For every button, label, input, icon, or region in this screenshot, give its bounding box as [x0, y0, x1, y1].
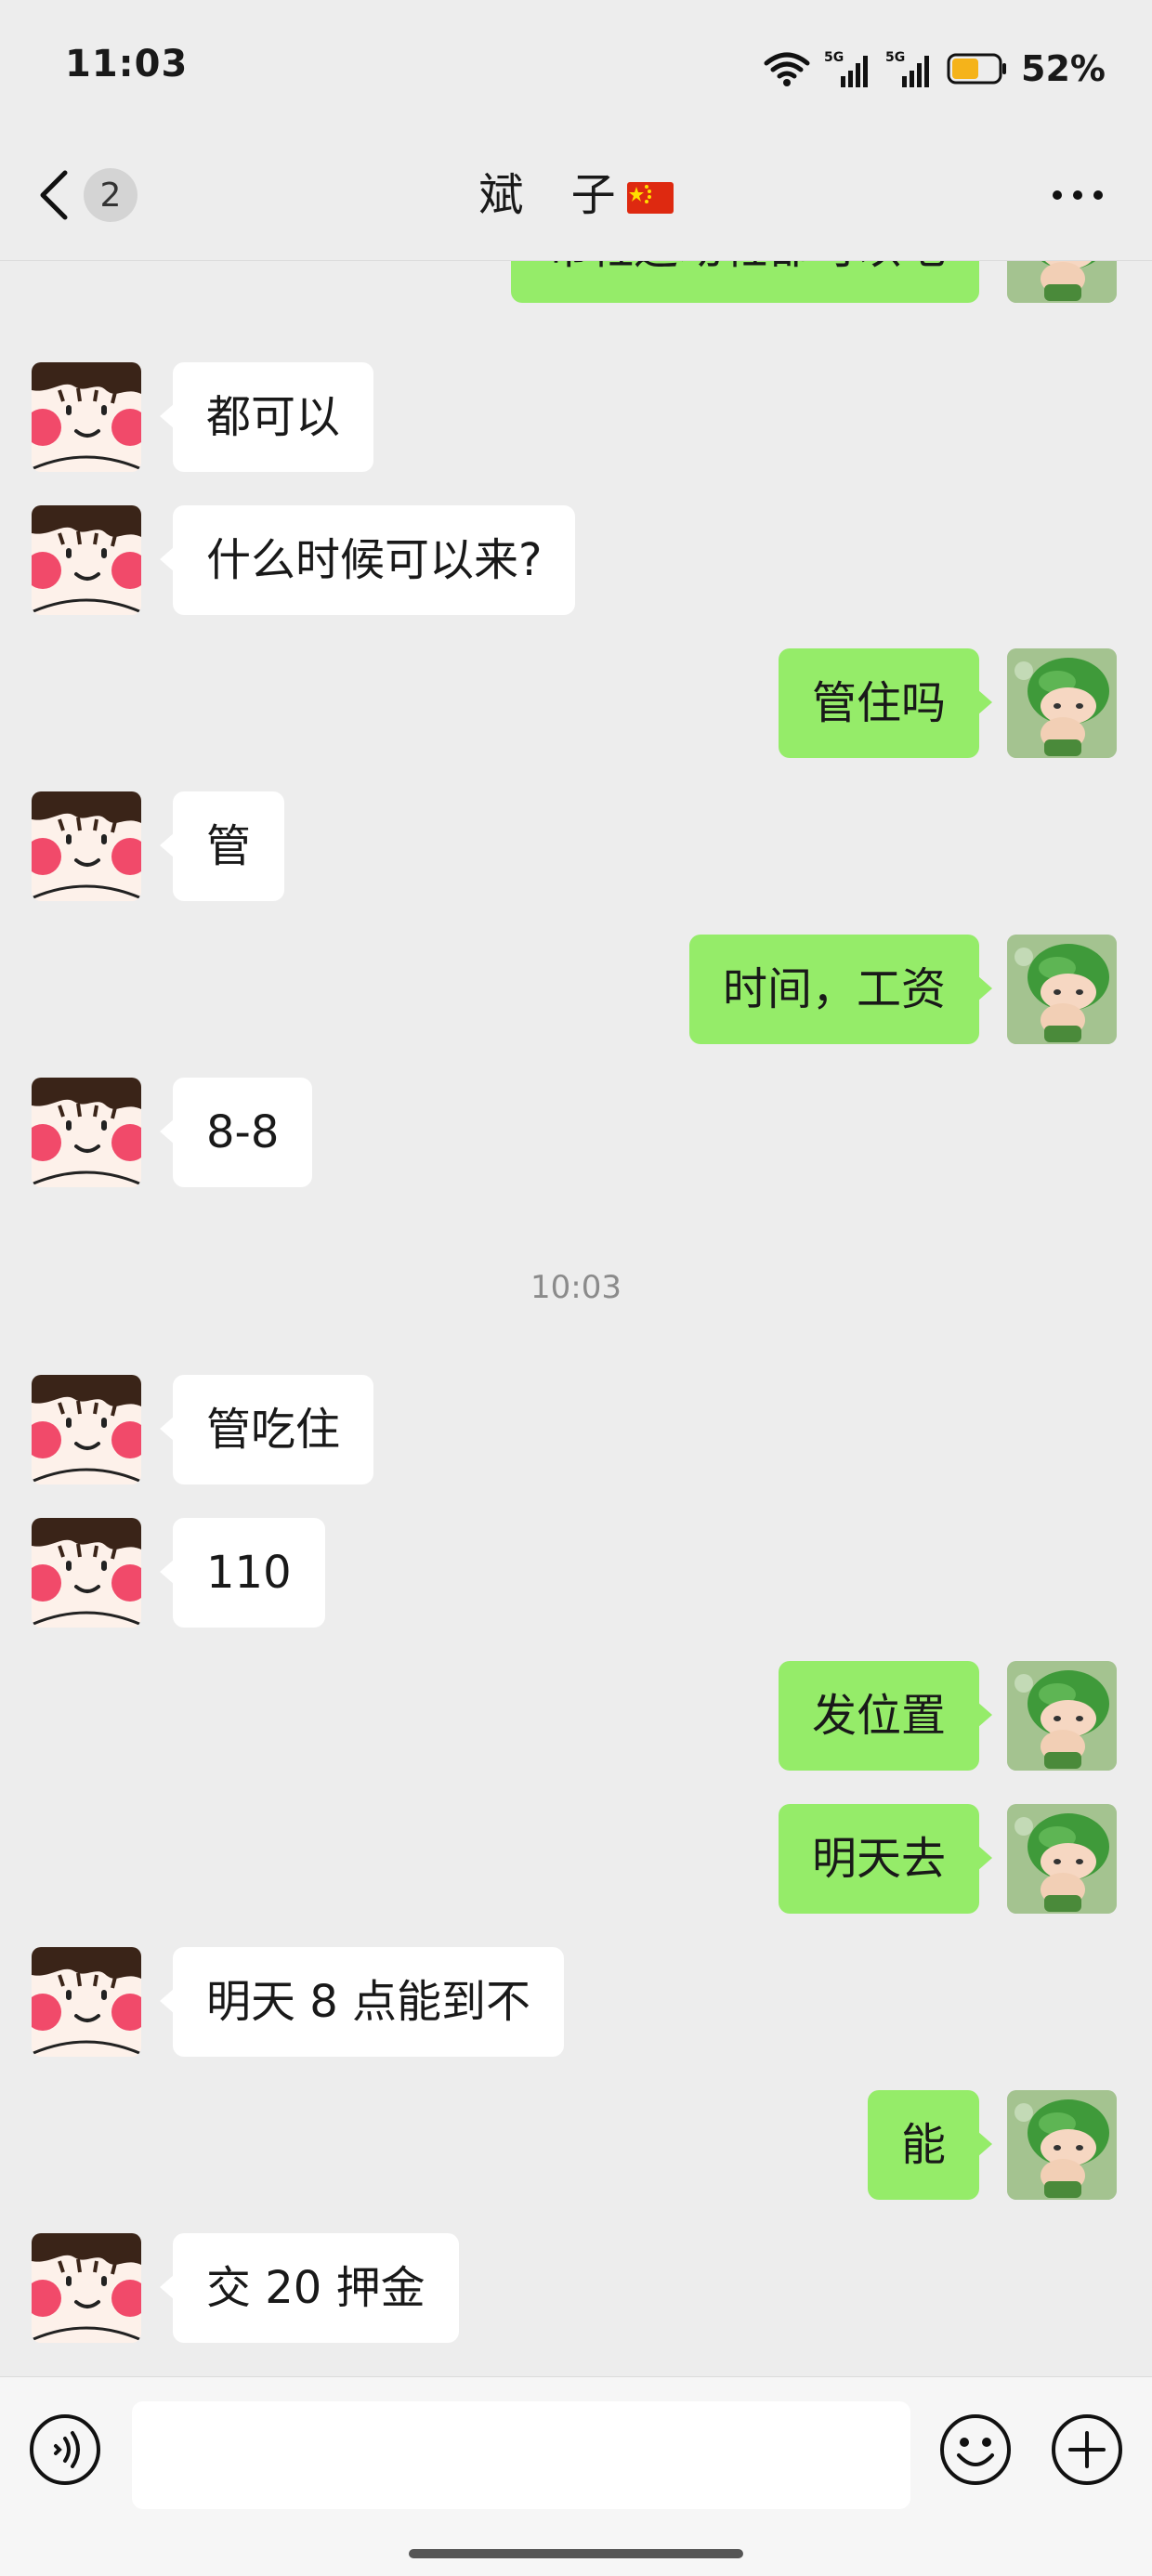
contact-avatar[interactable]	[32, 1947, 141, 2057]
message-bubble-received[interactable]: 管吃住	[159, 1375, 374, 1484]
emoji-icon[interactable]	[938, 2413, 1013, 2487]
my-avatar[interactable]	[1007, 648, 1117, 758]
message-bubble-received[interactable]: 110	[160, 1518, 325, 1628]
home-indicator[interactable]	[409, 2549, 743, 2558]
chat-header: 2 斌 子	[0, 139, 1152, 261]
message-bubble-sent[interactable]: 发位置	[778, 1661, 993, 1771]
message-row-sent: 布鞋运动鞋都可以吧	[0, 260, 1152, 303]
message-row-sent: 发位置	[0, 1661, 1152, 1771]
message-row-sent: 能	[0, 2090, 1152, 2200]
my-avatar[interactable]	[1007, 2090, 1117, 2200]
voice-icon[interactable]	[28, 2413, 102, 2487]
contact-avatar[interactable]	[32, 1518, 141, 1628]
message-bubble-received[interactable]: 都可以	[159, 362, 374, 472]
message-list[interactable]: 布鞋运动鞋都可以吧 都可以 什么时候可以来? 管住吗 管 时间，工资 8-8 1…	[0, 260, 1152, 2376]
svg-text:5G: 5G	[824, 50, 844, 65]
message-row-sent: 时间，工资	[0, 935, 1152, 1044]
message-bubble-sent[interactable]: 时间，工资	[688, 935, 993, 1044]
my-avatar[interactable]	[1007, 260, 1117, 303]
contact-name: 斌 子	[478, 169, 633, 221]
china-flag-icon	[626, 182, 674, 214]
chat-title: 斌 子	[0, 165, 1152, 225]
wifi-icon	[764, 52, 810, 86]
contact-avatar[interactable]	[32, 791, 141, 901]
message-row-received: 管	[0, 791, 1152, 901]
message-row-received: 管吃住	[0, 1375, 1152, 1484]
signal-5g-icon: 5G	[824, 50, 869, 87]
input-toolbar	[0, 2376, 1152, 2576]
message-bubble-sent[interactable]: 管住吗	[778, 648, 993, 758]
status-indicators: 5G 5G 52%	[763, 43, 1106, 95]
message-row-received: 110	[0, 1518, 1152, 1628]
my-avatar[interactable]	[1007, 1804, 1117, 1914]
message-row-received: 交 20 押金	[0, 2233, 1152, 2343]
my-avatar[interactable]	[1007, 935, 1117, 1044]
message-bubble-received[interactable]: 8-8	[159, 1078, 313, 1187]
status-time: 11:03	[65, 43, 189, 85]
message-bubble-received[interactable]: 管	[159, 791, 285, 901]
message-row-sent: 明天去	[0, 1804, 1152, 1914]
message-row-received: 明天 8 点能到不	[0, 1947, 1152, 2057]
status-bar: 11:03 5G 5G 52%	[0, 0, 1152, 139]
contact-avatar[interactable]	[32, 1078, 141, 1187]
signal-5g-icon-2: 5G	[885, 50, 930, 87]
message-row-received: 8-8	[0, 1078, 1152, 1187]
message-input[interactable]	[132, 2401, 910, 2509]
message-row-received: 什么时候可以来?	[0, 505, 1152, 615]
my-avatar[interactable]	[1007, 1661, 1117, 1771]
message-bubble-received[interactable]: 交 20 押金	[160, 2233, 459, 2343]
plus-icon[interactable]	[1050, 2413, 1124, 2487]
message-bubble-received[interactable]: 明天 8 点能到不	[159, 1947, 565, 2057]
more-dots-icon	[1053, 190, 1103, 200]
message-timestamp: 10:03	[530, 1269, 622, 1306]
contact-avatar[interactable]	[32, 505, 141, 615]
message-row-sent: 管住吗	[0, 648, 1152, 758]
contact-avatar[interactable]	[32, 1375, 141, 1484]
contact-avatar[interactable]	[32, 362, 141, 472]
contact-avatar[interactable]	[32, 2233, 141, 2343]
more-options-button[interactable]	[1041, 167, 1115, 223]
message-row-received: 都可以	[0, 362, 1152, 472]
svg-text:5G: 5G	[885, 50, 905, 65]
message-bubble-received[interactable]: 什么时候可以来?	[159, 505, 576, 615]
battery-icon	[947, 53, 1007, 85]
battery-percentage: 52%	[1021, 48, 1106, 89]
message-bubble-sent[interactable]: 能	[867, 2090, 993, 2200]
message-bubble-sent[interactable]: 明天去	[778, 1804, 993, 1914]
message-bubble-sent[interactable]: 布鞋运动鞋都可以吧	[510, 260, 979, 303]
